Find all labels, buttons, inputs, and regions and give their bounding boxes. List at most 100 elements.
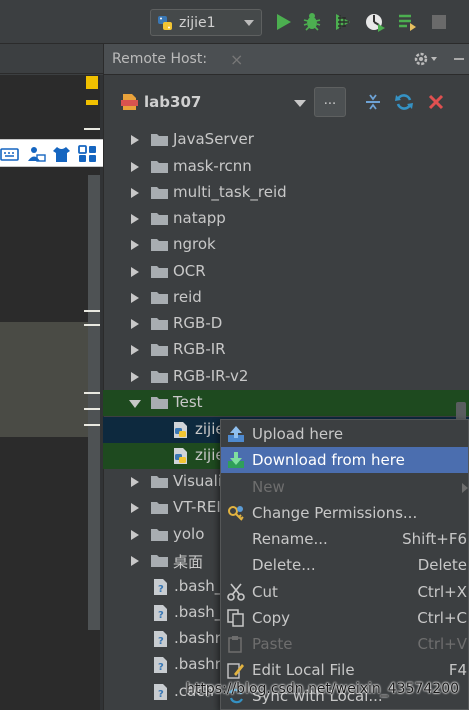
host-name[interactable]: lab307 xyxy=(144,93,201,111)
tree-folder-row[interactable]: natapp xyxy=(103,206,469,232)
chevron-right-icon[interactable] xyxy=(131,556,139,566)
sync-icon[interactable] xyxy=(394,92,414,112)
tree-folder-row[interactable]: JavaServer xyxy=(103,127,469,153)
stripe-marker[interactable] xyxy=(84,408,100,410)
svg-text:?: ? xyxy=(158,689,164,700)
gear-icon[interactable] xyxy=(412,50,442,68)
chevron-right-icon[interactable] xyxy=(131,319,139,329)
menu-item-change-permissions[interactable]: Change Permissions... xyxy=(221,500,468,526)
tree-folder-row[interactable]: reid xyxy=(103,285,469,311)
sftp-icon xyxy=(121,94,138,110)
stripe-marker[interactable] xyxy=(84,392,100,394)
folder-icon xyxy=(151,266,168,278)
chevron-right-icon[interactable] xyxy=(131,214,139,224)
edit-icon xyxy=(227,663,244,679)
permissions-icon xyxy=(228,506,244,521)
menu-item-edit-local-file[interactable]: Edit Local File F4 xyxy=(221,657,468,683)
menu-item-rename[interactable]: Rename... Shift+F6 xyxy=(221,526,468,552)
warning-marker[interactable] xyxy=(86,100,98,105)
warning-marker[interactable] xyxy=(86,76,98,89)
menu-item-label: Change Permissions... xyxy=(252,504,418,522)
chevron-down-icon xyxy=(244,20,254,26)
run-configuration-select[interactable]: zijie1 xyxy=(150,9,262,36)
keyboard-icon[interactable] xyxy=(0,145,19,163)
copy-icon xyxy=(227,609,244,627)
tree-item-label: ngrok xyxy=(173,235,216,253)
debug-icon[interactable] xyxy=(301,11,323,33)
menu-item-upload-here[interactable]: Upload here xyxy=(221,421,468,447)
chevron-right-icon[interactable] xyxy=(131,530,139,540)
menu-item-delete[interactable]: Delete... Delete xyxy=(221,552,468,578)
tree-folder-row[interactable]: OCR xyxy=(103,259,469,285)
chevron-right-icon[interactable] xyxy=(131,135,139,145)
menu-item-paste[interactable]: Paste Ctrl+V xyxy=(221,631,468,657)
tree-folder-row[interactable]: multi_task_reid xyxy=(103,180,469,206)
folder-icon xyxy=(151,134,168,146)
stripe-marker[interactable] xyxy=(84,128,100,130)
host-more-button[interactable]: ... xyxy=(314,87,346,117)
minimize-icon[interactable] xyxy=(454,58,464,60)
stripe-marker[interactable] xyxy=(84,310,100,312)
chevron-right-icon[interactable] xyxy=(131,162,139,172)
disconnect-icon[interactable] xyxy=(426,92,446,112)
profile-icon[interactable] xyxy=(364,11,386,33)
chevron-right-icon[interactable] xyxy=(131,240,139,250)
tree-item-label: JavaServer xyxy=(173,130,254,148)
tree-folder-row[interactable]: ngrok xyxy=(103,232,469,258)
chevron-down-icon[interactable] xyxy=(129,400,141,408)
folder-icon xyxy=(151,161,168,173)
svg-text:?: ? xyxy=(158,610,164,621)
tree-item-label: reid xyxy=(173,288,202,306)
coverage-icon[interactable] xyxy=(332,11,354,33)
folder-icon xyxy=(151,476,168,488)
build-icon[interactable] xyxy=(396,11,418,33)
chevron-down-icon[interactable] xyxy=(294,100,306,107)
unknown-file-icon: ? xyxy=(154,657,167,673)
chevron-right-icon[interactable] xyxy=(131,372,139,382)
tree-folder-row[interactable]: RGB-IR xyxy=(103,337,469,363)
menu-item-copy[interactable]: Copy Ctrl+C xyxy=(221,605,468,631)
svg-text:?: ? xyxy=(158,662,164,673)
chevron-right-icon[interactable] xyxy=(131,345,139,355)
tree-folder-row[interactable]: Test xyxy=(103,390,469,416)
editor-scrollbar[interactable] xyxy=(88,175,100,630)
stop-icon[interactable] xyxy=(428,11,450,33)
menu-item-download-from-here[interactable]: Download from here xyxy=(221,447,468,473)
host-selector-row: lab307 ... xyxy=(104,75,469,130)
user-input-icon[interactable] xyxy=(27,145,46,163)
chevron-right-icon[interactable] xyxy=(131,293,139,303)
stripe-marker[interactable] xyxy=(84,324,100,326)
submenu-arrow-icon xyxy=(462,483,468,493)
chevron-right-icon[interactable] xyxy=(131,267,139,277)
run-icon[interactable] xyxy=(272,11,294,33)
grid-menu-icon[interactable] xyxy=(78,145,97,163)
menu-item-label: Paste xyxy=(252,635,293,653)
chevron-right-icon[interactable] xyxy=(131,477,139,487)
skin-icon[interactable] xyxy=(52,145,71,163)
menu-item-label: Download from here xyxy=(252,451,405,469)
menu-item-shortcut: Ctrl+C xyxy=(417,609,467,627)
cut-icon xyxy=(227,583,245,601)
close-icon[interactable]: × xyxy=(230,50,243,69)
python-icon xyxy=(158,15,172,30)
tree-folder-row[interactable]: RGB-D xyxy=(103,311,469,337)
tree-item-label: 桌面 xyxy=(173,553,204,571)
menu-item-shortcut: Shift+F6 xyxy=(402,530,467,548)
menu-item-cut[interactable]: Cut Ctrl+X xyxy=(221,579,468,605)
chevron-right-icon[interactable] xyxy=(131,188,139,198)
tree-item-label: VT-REI xyxy=(173,498,221,516)
collapse-all-icon[interactable] xyxy=(363,92,383,112)
menu-item-new[interactable]: New xyxy=(221,474,468,500)
tree-item-label: .bash_l xyxy=(174,577,227,595)
folder-icon xyxy=(151,529,168,541)
menu-item-label: Cut xyxy=(252,583,278,601)
tree-folder-row[interactable]: RGB-IR-v2 xyxy=(103,364,469,390)
tree-folder-row[interactable]: mask-rcnn xyxy=(103,154,469,180)
chevron-right-icon[interactable] xyxy=(131,503,139,513)
upload-icon xyxy=(228,426,244,442)
stripe-marker[interactable] xyxy=(84,424,100,426)
tree-item-label: Test xyxy=(173,393,203,411)
tree-item-label: natapp xyxy=(173,209,226,227)
panel-header: Remote Host: × xyxy=(104,44,469,75)
folder-icon xyxy=(151,371,168,383)
